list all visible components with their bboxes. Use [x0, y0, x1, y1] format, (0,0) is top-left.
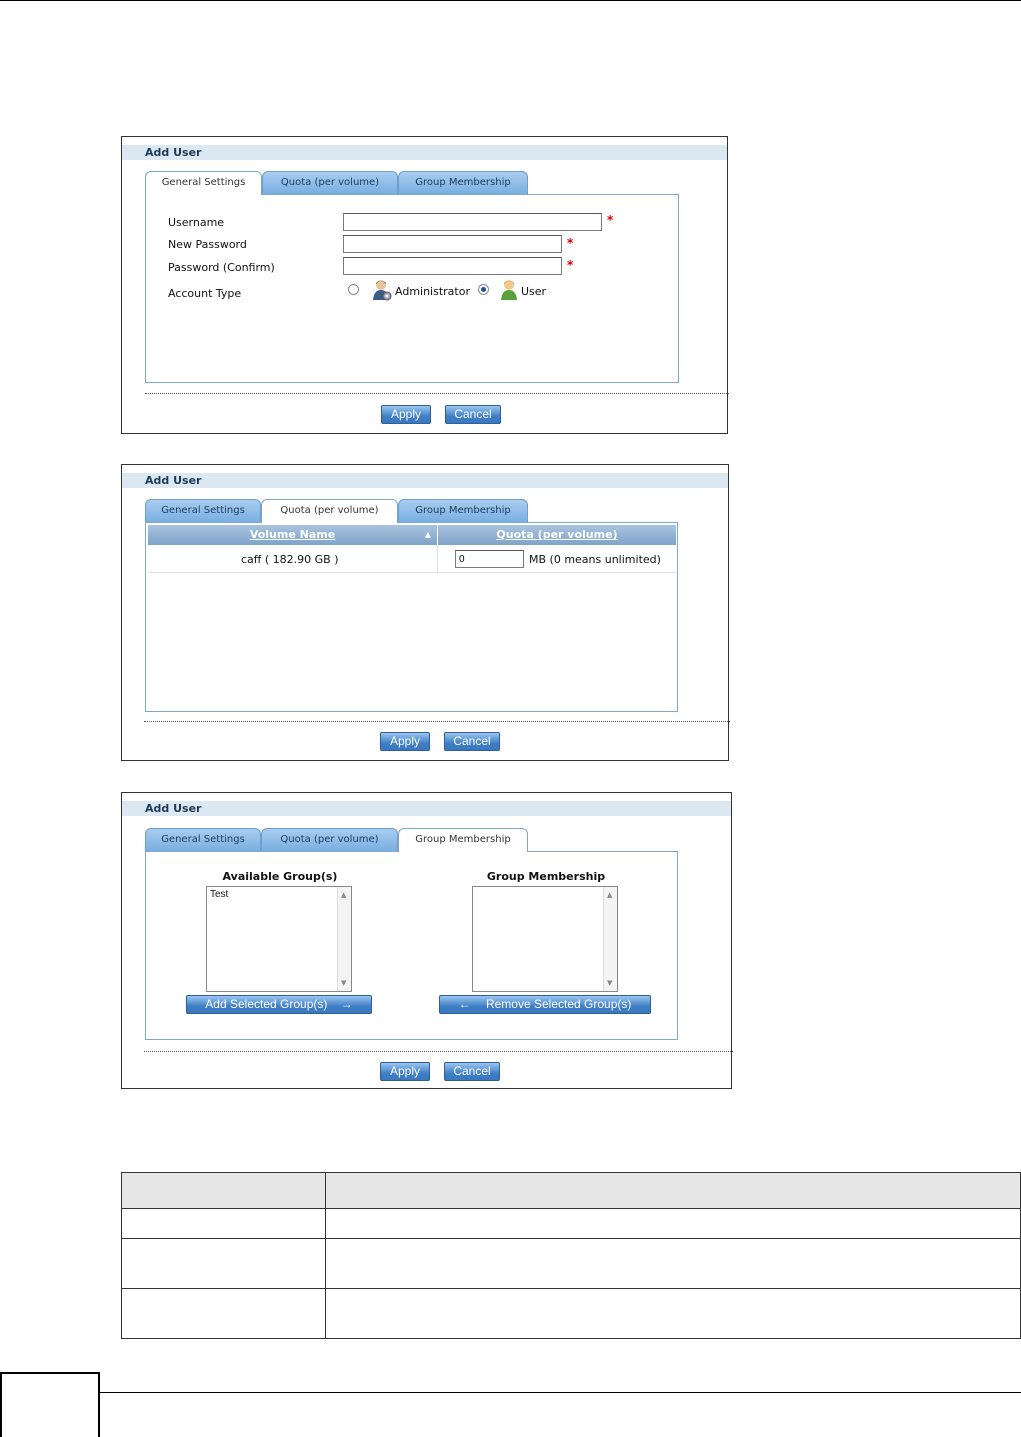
tab-general-settings[interactable]: General Settings — [145, 171, 262, 195]
table-header-cell — [121, 1172, 326, 1209]
table-row — [121, 1238, 1021, 1289]
user-label: User — [521, 285, 547, 298]
username-input[interactable] — [343, 213, 602, 231]
username-label: Username — [168, 216, 225, 229]
arrow-right-icon: → — [340, 997, 353, 1011]
new-password-input[interactable] — [343, 235, 562, 253]
tab-quota[interactable]: Quota (per volume) — [261, 499, 398, 523]
scroll-down-icon[interactable]: ▼ — [341, 979, 346, 987]
cancel-button[interactable]: Cancel — [444, 1062, 500, 1081]
tab-quota[interactable]: Quota (per volume) — [262, 171, 398, 194]
scrollbar[interactable]: ▲ ▼ — [603, 887, 617, 991]
tab-group-membership[interactable]: Group Membership — [398, 828, 528, 852]
table-cell — [325, 1288, 1021, 1339]
tab-general-settings[interactable]: General Settings — [145, 828, 261, 851]
add-user-dialog-general: Add User General Settings Quota (per vol… — [121, 136, 729, 434]
cancel-button[interactable]: Cancel — [444, 732, 500, 751]
admin-user-icon — [373, 280, 392, 301]
footer-rule — [100, 1392, 1021, 1393]
new-password-label: New Password — [168, 238, 247, 251]
scroll-down-icon[interactable]: ▼ — [607, 979, 612, 987]
quota-panel: Volume Name ▲ Quota (per volume) caff ( … — [145, 522, 678, 712]
column-header-quota-label: Quota (per volume) — [496, 528, 618, 541]
table-row — [121, 1208, 1021, 1239]
table-header-cell — [325, 1172, 1021, 1209]
table-header-row — [121, 1172, 1021, 1209]
column-header-volume-name[interactable]: Volume Name ▲ — [148, 525, 437, 545]
account-type-administrator-radio[interactable] — [348, 284, 359, 295]
username-required-mark: * — [607, 213, 614, 227]
table-row — [121, 1288, 1021, 1339]
scrollbar[interactable]: ▲ ▼ — [337, 887, 351, 991]
account-type-label: Account Type — [168, 287, 242, 300]
top-rule — [0, 0, 1021, 1]
table-cell — [121, 1288, 326, 1339]
password-confirm-label: Password (Confirm) — [168, 261, 275, 274]
separator — [145, 393, 729, 394]
password-confirm-required-mark: * — [567, 258, 574, 272]
scroll-up-icon[interactable]: ▲ — [341, 891, 346, 899]
page-number-box — [0, 1372, 100, 1437]
apply-button[interactable]: Apply — [380, 732, 430, 751]
add-selected-groups-button[interactable]: Add Selected Group(s) → — [186, 995, 372, 1014]
table-cell — [325, 1208, 1021, 1239]
separator — [144, 1051, 733, 1052]
list-item[interactable]: Test — [210, 889, 228, 900]
tab-quota[interactable]: Quota (per volume) — [261, 828, 398, 851]
table-cell — [121, 1208, 326, 1239]
remove-selected-groups-label: Remove Selected Group(s) — [485, 997, 632, 1011]
dialog-title: Add User — [122, 145, 727, 160]
apply-button[interactable]: Apply — [380, 1062, 430, 1081]
table-cell — [121, 1238, 326, 1289]
add-user-dialog-groups: Add User General Settings Quota (per vol… — [121, 792, 733, 1089]
column-header-volume-name-label: Volume Name — [249, 528, 336, 541]
arrow-left-icon: ← — [458, 997, 471, 1011]
sort-up-icon: ▲ — [424, 530, 431, 539]
available-groups-listbox[interactable]: Test ▲ ▼ — [206, 886, 352, 992]
quota-unit-label: MB (0 means unlimited) — [529, 553, 661, 566]
scroll-up-icon[interactable]: ▲ — [607, 891, 612, 899]
quota-input[interactable] — [455, 550, 524, 568]
group-membership-panel: Available Group(s) Test ▲ ▼ Group Member… — [145, 851, 678, 1040]
dialog-title: Add User — [122, 473, 728, 488]
tab-group-membership[interactable]: Group Membership — [398, 499, 528, 522]
account-type-user-radio[interactable] — [478, 284, 489, 295]
column-divider — [437, 546, 438, 572]
cancel-button[interactable]: Cancel — [445, 405, 501, 424]
separator — [144, 721, 730, 722]
add-selected-groups-label: Add Selected Group(s) — [205, 997, 328, 1011]
tab-general-settings[interactable]: General Settings — [145, 499, 261, 522]
administrator-label: Administrator — [395, 285, 470, 298]
group-membership-listbox[interactable]: ▲ ▼ — [472, 886, 618, 992]
group-membership-title: Group Membership — [486, 870, 606, 883]
available-groups-title: Available Group(s) — [222, 870, 338, 883]
add-user-dialog-quota: Add User General Settings Quota (per vol… — [121, 464, 730, 761]
user-icon — [501, 280, 517, 300]
tab-group-membership[interactable]: Group Membership — [398, 171, 528, 194]
apply-button[interactable]: Apply — [381, 405, 431, 424]
volume-name-cell: caff ( 182.90 GB ) — [241, 553, 339, 566]
table-cell — [325, 1238, 1021, 1289]
table-row: caff ( 182.90 GB ) MB (0 means unlimited… — [148, 546, 676, 573]
column-header-quota[interactable]: Quota (per volume) — [438, 525, 676, 545]
password-confirm-input[interactable] — [343, 257, 562, 275]
general-settings-panel: Username * New Password * Password (Conf… — [145, 194, 679, 383]
remove-selected-groups-button[interactable]: ← Remove Selected Group(s) — [439, 995, 651, 1014]
new-password-required-mark: * — [567, 236, 574, 250]
dialog-title: Add User — [122, 801, 731, 816]
description-table — [121, 1172, 1021, 1339]
